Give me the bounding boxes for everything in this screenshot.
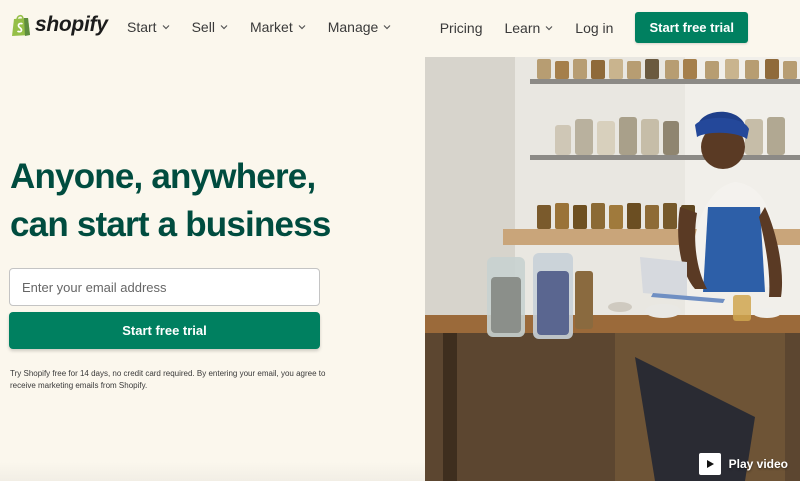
nav-sell-label: Sell [191,19,215,35]
nav-learn[interactable]: Learn [504,20,553,36]
chevron-down-icon [545,25,553,30]
play-video-label: Play video [728,457,788,471]
email-input[interactable] [9,268,320,306]
nav-sell[interactable]: Sell [192,19,228,35]
nav-learn-label: Learn [504,19,541,36]
nav-login[interactable]: Log in [575,20,613,36]
start-trial-header-button[interactable]: Start free trial [635,12,748,43]
secondary-nav: Pricing Learn Log in Start free trial [440,12,748,43]
nav-start[interactable]: Start [127,19,170,35]
nav-manage-label: Manage [327,19,379,35]
trial-disclaimer: Try Shopify free for 14 days, no credit … [10,369,326,390]
business-owner-illustration [425,57,800,481]
nav-market[interactable]: Market [250,19,306,35]
chevron-down-icon [162,25,170,30]
nav-pricing[interactable]: Pricing [440,20,483,36]
section-divider [0,462,425,481]
shopify-logo[interactable]: shopify [11,13,108,37]
headline-line-1: Anyone, anywhere, [10,157,316,196]
primary-nav: Start Sell Market Manage [127,19,391,35]
nav-market-label: Market [249,19,293,35]
headline-line-2: can start a business [10,205,331,244]
nav-start-label: Start [127,19,157,35]
chevron-down-icon [298,25,306,30]
hero-headline: Anyone, anywhere, can start a business [10,153,340,249]
top-nav: shopify Start Sell Market Manage Pricing… [0,0,800,56]
play-video-button[interactable]: Play video [698,453,788,475]
brand-name: shopify [35,13,108,36]
play-icon [698,453,721,475]
shopping-bag-icon [12,14,30,36]
start-trial-button[interactable]: Start free trial [9,312,320,349]
chevron-down-icon [220,25,228,30]
chevron-down-icon [383,25,391,30]
nav-manage[interactable]: Manage [328,19,392,35]
hero-image: Play video [425,57,800,481]
